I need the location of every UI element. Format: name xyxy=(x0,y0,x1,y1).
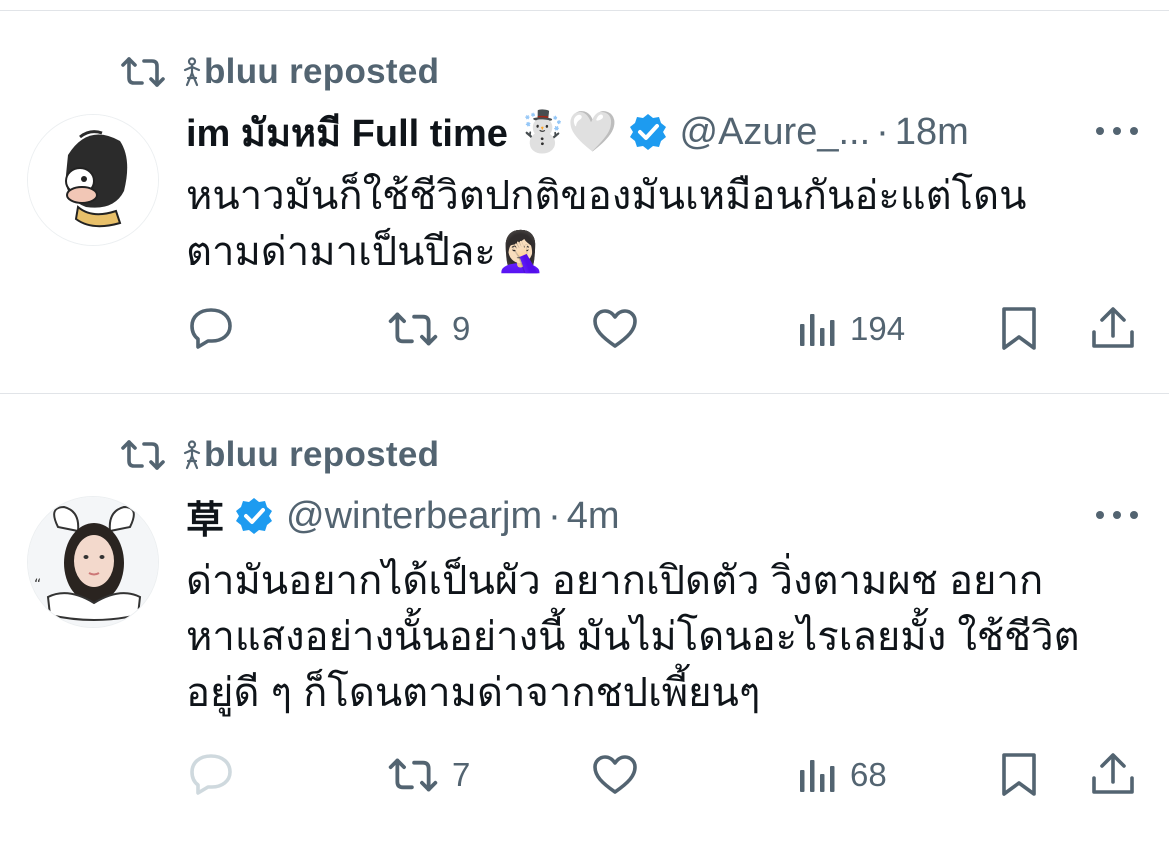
retweet-icon xyxy=(388,758,438,792)
views-icon xyxy=(800,760,835,792)
views-count: 194 xyxy=(850,310,906,347)
repost-icon xyxy=(121,57,165,87)
reply-icon xyxy=(190,754,232,795)
action-bar: 7 68 xyxy=(0,744,1169,804)
tweet-text-line: หาแสงอย่างนั้นอย่างนี้ มันไม่โดนอะไรเลยม… xyxy=(186,615,1080,659)
tweet-text-line: ตามด่ามาเป็นปีละ🤦🏻‍♀️ xyxy=(186,230,546,274)
bookmark-icon xyxy=(1002,753,1036,796)
verified-badge-icon[interactable] xyxy=(628,112,668,152)
top-divider xyxy=(0,10,1169,11)
retweet-count: 9 xyxy=(452,310,471,347)
bookmark-button[interactable] xyxy=(1000,306,1038,352)
reply-icon xyxy=(190,308,232,349)
separator: · xyxy=(548,494,561,537)
views-button[interactable]: 194 xyxy=(798,310,905,348)
tweet-header: 草 @winterbearjm · 4m xyxy=(186,490,620,542)
person-icon xyxy=(183,57,201,87)
retweet-button[interactable]: 7 xyxy=(386,756,470,794)
avatar[interactable]: “ xyxy=(27,496,159,628)
like-icon xyxy=(593,309,637,348)
tweet-text: ด่ามันอยากได้เป็นผัว อยากเปิดตัว วิ่งตาม… xyxy=(186,553,1080,721)
timestamp[interactable]: 18m xyxy=(895,111,969,154)
action-bar: 9 194 xyxy=(0,298,1169,358)
user-handle[interactable]: @Azure_... xyxy=(680,111,871,154)
tweet-text: หนาวมันก็ใช้ชีวิตปกติของมันเหมือนกันอ่ะแ… xyxy=(186,168,1026,280)
person-icon xyxy=(183,440,201,470)
views-button[interactable]: 68 xyxy=(798,756,887,794)
repost-label[interactable]: bluu reposted xyxy=(204,435,439,475)
views-count: 68 xyxy=(850,756,887,793)
tweet-text-line: อยู่ดี ๆ ก็โดนตามด่าจากชปเพี้ยนๆ xyxy=(186,671,761,715)
repost-indicator[interactable]: bluu reposted xyxy=(120,50,439,94)
repost-label[interactable]: bluu reposted xyxy=(204,52,439,92)
tweet-text-line: ด่ามันอยากได้เป็นผัว อยากเปิดตัว วิ่งตาม… xyxy=(186,559,1044,603)
share-icon xyxy=(1092,307,1134,348)
display-name[interactable]: 草 xyxy=(186,489,224,544)
name-emojis: ☃️🤍 xyxy=(517,110,618,154)
reply-button[interactable] xyxy=(188,752,246,796)
more-icon[interactable] xyxy=(1094,508,1140,522)
tweet-divider xyxy=(0,393,1169,394)
repost-indicator[interactable]: bluu reposted xyxy=(120,433,439,477)
tweet-text-line: หนาวมันก็ใช้ชีวิตปกติของมันเหมือนกันอ่ะแ… xyxy=(186,174,1027,218)
avatar-illustration xyxy=(28,115,158,245)
svg-text:“: “ xyxy=(34,577,41,593)
share-icon xyxy=(1092,753,1134,794)
retweet-icon xyxy=(388,312,438,346)
display-name[interactable]: im มัมหมี Full time xyxy=(186,102,508,163)
reply-button[interactable] xyxy=(188,306,246,350)
repost-icon xyxy=(121,440,165,470)
tweet-header: im มัมหมี Full time ☃️🤍 @Azure_... · 18m xyxy=(186,106,969,158)
share-button[interactable] xyxy=(1090,752,1136,796)
retweet-button[interactable]: 9 xyxy=(386,310,470,348)
verified-badge-icon[interactable] xyxy=(234,496,274,536)
like-icon xyxy=(593,755,637,794)
more-icon[interactable] xyxy=(1094,124,1140,138)
bookmark-button[interactable] xyxy=(1000,752,1038,798)
retweet-count: 7 xyxy=(452,756,471,793)
like-button[interactable] xyxy=(592,308,650,350)
like-button[interactable] xyxy=(592,754,650,796)
views-icon xyxy=(800,314,835,346)
avatar-photo: “ xyxy=(28,497,158,627)
separator: · xyxy=(876,110,889,153)
bookmark-icon xyxy=(1002,307,1036,350)
share-button[interactable] xyxy=(1090,306,1136,350)
avatar[interactable] xyxy=(27,114,159,246)
user-handle[interactable]: @winterbearjm xyxy=(286,495,542,538)
timestamp[interactable]: 4m xyxy=(567,495,620,538)
